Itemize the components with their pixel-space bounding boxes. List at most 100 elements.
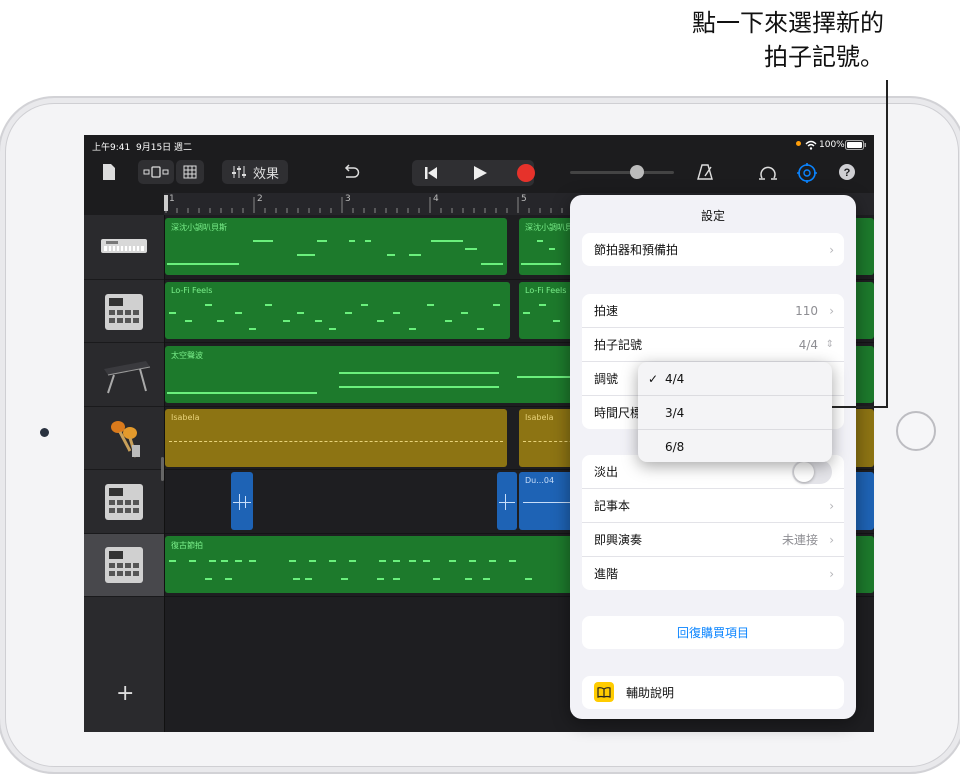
- region-drum-2[interactable]: [497, 472, 517, 530]
- settings-group-help: 輔助說明: [582, 676, 844, 709]
- chevron-right-icon: ›: [829, 532, 834, 547]
- callout-line-1: 點一下來選擇新的: [692, 9, 884, 37]
- ruler-mark-5: 5: [521, 194, 527, 204]
- grid-icon: [183, 165, 197, 179]
- time-signature-value: 4/4: [798, 337, 818, 352]
- play-icon[interactable]: [472, 165, 488, 181]
- metronome-icon[interactable]: [696, 163, 714, 181]
- settings-group-restore: 回復購買項目: [582, 616, 844, 649]
- track-header-4[interactable]: [84, 407, 164, 470]
- fx-button-label: 效果: [252, 166, 279, 182]
- undo-icon[interactable]: [342, 164, 360, 180]
- chevron-right-icon: ›: [829, 242, 834, 257]
- help-label: 輔助說明: [626, 686, 675, 700]
- wifi-icon: [805, 140, 817, 150]
- callout-text: 點一下來選擇新的 拍子記號。: [692, 6, 884, 74]
- region-deep-bass-1[interactable]: 深沈小調叭貝斯: [165, 218, 507, 275]
- front-camera: [40, 428, 49, 437]
- volume-slider-knob[interactable]: [630, 165, 644, 179]
- view-toggle-button[interactable]: [138, 160, 174, 184]
- settings-icon[interactable]: [796, 162, 818, 184]
- document-icon[interactable]: [102, 163, 116, 181]
- fade-out-toggle[interactable]: [792, 459, 832, 484]
- view-toggle-icon: [143, 166, 169, 178]
- metronome-row[interactable]: 節拍器和預備拍 ›: [582, 233, 844, 266]
- notes-label: 記事本: [594, 499, 631, 513]
- jam-row[interactable]: 即興演奏 未連接 ›: [582, 523, 844, 557]
- book-icon: [594, 682, 614, 702]
- volume-slider[interactable]: [570, 171, 674, 174]
- drum-machine-icon: [105, 294, 143, 330]
- jam-label: 即興演奏: [594, 533, 643, 547]
- time-signature-option-label: 4/4: [665, 371, 685, 386]
- up-down-chevron-icon: ⇕: [825, 339, 834, 350]
- track-header-2[interactable]: [84, 280, 164, 343]
- help-row[interactable]: 輔助說明: [582, 676, 844, 709]
- region-drum-1[interactable]: [231, 472, 253, 530]
- track-header-6[interactable]: [84, 534, 164, 597]
- track-header-3[interactable]: [84, 343, 164, 407]
- ruler-mark-2: 2: [257, 194, 263, 204]
- status-date: 9月15日 週二: [136, 143, 193, 153]
- keyboard-instrument-icon: [101, 239, 147, 253]
- track-list-empty-area: [84, 597, 164, 732]
- tracks-view-button[interactable]: [176, 160, 204, 184]
- checkmark-icon: ✓: [648, 371, 659, 386]
- time-signature-option-1[interactable]: ✓ 4/4: [638, 362, 832, 396]
- restore-purchases-button[interactable]: 回復購買項目: [582, 616, 844, 649]
- playhead-icon[interactable]: [164, 195, 168, 211]
- time-signature-menu: ✓ 4/4 3/4 6/8: [638, 362, 832, 462]
- go-to-start-icon[interactable]: [423, 165, 439, 181]
- callout-leader-line: [886, 80, 888, 408]
- drum-machine-icon: [105, 484, 143, 520]
- record-icon[interactable]: [516, 163, 536, 183]
- region-label: Isabela: [525, 413, 554, 422]
- synth-keyboard-icon: [104, 361, 151, 394]
- region-label: 太空聲波: [171, 351, 203, 360]
- loop-icon[interactable]: [758, 163, 778, 183]
- drum-machine-icon: [105, 547, 143, 583]
- notes-row[interactable]: 記事本 ›: [582, 489, 844, 523]
- add-track-button[interactable]: +: [116, 681, 134, 706]
- region-label: Lo-Fi Feels: [171, 286, 213, 295]
- time-signature-option-3[interactable]: 6/8: [638, 430, 832, 462]
- chevron-right-icon: ›: [829, 498, 834, 513]
- time-signature-row[interactable]: 拍子記號 4/4 ⇕: [582, 328, 844, 362]
- shaker-icon: [111, 421, 140, 458]
- orange-dot-icon: [796, 141, 801, 146]
- fx-button[interactable]: 效果: [222, 160, 288, 184]
- callout-leader-line-horizontal: [832, 406, 888, 408]
- region-label: 復古節拍: [171, 541, 203, 550]
- time-signature-option-2[interactable]: 3/4: [638, 396, 832, 430]
- battery-icon: [845, 140, 866, 150]
- settings-group-metronome: 節拍器和預備拍 ›: [582, 233, 844, 266]
- region-label: Lo-Fi Feels: [525, 286, 567, 295]
- jam-value: 未連接: [781, 533, 818, 547]
- time-ruler-label: 時間尺標: [594, 406, 643, 420]
- track-header-5[interactable]: [84, 470, 164, 534]
- ruler-mark-4: 4: [433, 194, 439, 204]
- metronome-label: 節拍器和預備拍: [594, 243, 679, 257]
- tempo-value: 110: [795, 303, 818, 318]
- chevron-right-icon: ›: [829, 303, 834, 318]
- settings-group-options: 淡出 記事本 › 即興演奏 未連接 › 進階 ›: [582, 455, 844, 590]
- help-icon[interactable]: ?: [838, 163, 856, 181]
- callout-line-2: 拍子記號。: [764, 43, 884, 71]
- advanced-row[interactable]: 進階 ›: [582, 557, 844, 590]
- time-signature-label: 拍子記號: [594, 338, 643, 352]
- track-header-1[interactable]: [84, 215, 164, 280]
- ruler-mark-1: 1: [169, 194, 175, 204]
- status-bar: 上午9:41 9月15日 週二 100%: [84, 135, 874, 155]
- region-lofi-feels-1[interactable]: Lo-Fi Feels: [165, 282, 510, 339]
- time-signature-option-label: 6/8: [665, 439, 685, 454]
- status-time: 上午9:41: [92, 143, 131, 153]
- restore-purchases-label: 回復購買項目: [676, 626, 749, 640]
- chevron-right-icon: ›: [829, 566, 834, 581]
- tempo-row[interactable]: 拍速 110 ›: [582, 294, 844, 328]
- home-button[interactable]: [896, 411, 936, 451]
- toolbar: 效果 ?: [84, 155, 874, 191]
- ruler-mark-3: 3: [345, 194, 351, 204]
- header-resize-handle[interactable]: [161, 457, 164, 481]
- region-isabela-1[interactable]: Isabela: [165, 409, 507, 467]
- time-signature-option-label: 3/4: [665, 405, 685, 420]
